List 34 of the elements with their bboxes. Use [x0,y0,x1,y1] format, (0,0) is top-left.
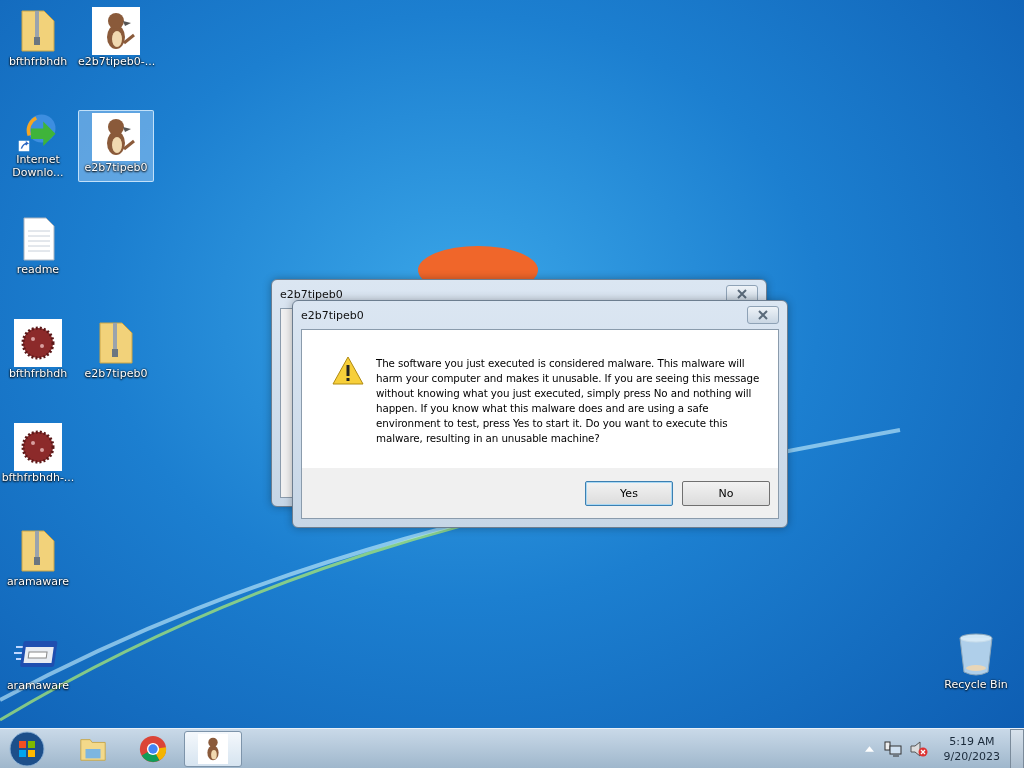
clock[interactable]: 5:19 AM 9/20/2023 [943,733,1000,764]
desktop-icon[interactable]: Internet Downlo... [0,108,76,180]
desktop-icon[interactable]: e2b7tipeb0 [78,316,154,388]
clock-date: 9/20/2023 [943,748,1000,764]
close-icon [757,310,769,320]
desktop-icon[interactable]: aramaware [0,524,76,596]
warning-icon [332,356,364,386]
window-title: e2b7tipeb0 [280,287,343,301]
virus-image-icon [14,319,62,367]
close-button[interactable] [747,306,779,324]
creature-image-icon [92,113,140,161]
close-icon [736,289,748,299]
clock-time: 5:19 AM [949,733,995,749]
dialog-button[interactable]: No [682,480,770,506]
network-icon[interactable] [883,739,902,758]
desktop-icon[interactable]: bfthfrbhdh-... [0,420,76,492]
windows-logo-icon [9,730,45,767]
desktop-icon[interactable]: bfthfrbhdh [0,4,76,76]
creature-icon [198,733,228,764]
creature-image-icon [92,7,140,55]
taskbar-button[interactable] [184,730,242,767]
desktop-icon[interactable]: readme [0,212,76,284]
muted-speaker-icon[interactable] [909,739,928,758]
desktop-icon[interactable]: aramaware [0,628,76,700]
recycle-bin[interactable]: Recycle Bin [938,630,1014,691]
desktop-icon[interactable]: e2b7tipeb0-... [78,4,154,76]
chrome-icon [138,733,168,764]
dialog-button[interactable]: Yes [585,480,673,506]
desktop-icon[interactable]: bfthfrbhdh [0,316,76,388]
window-title: e2b7tipeb0 [301,308,364,322]
show-desktop-button[interactable] [1010,728,1024,768]
virus-image-icon [14,423,62,471]
desktop-icon[interactable]: e2b7tipeb0 [78,110,154,182]
warning-message: The software you just executed is considered malware. This malware will harm your computer and makes it unusable. If you are seeing this message without knowing what you just executed, simply press No and nothing will happen. If you know what this malware does and are using a safe environment to test, press Yes to start it. Do you want to execute this malware, resulting in an unusable machine? [376,356,761,446]
